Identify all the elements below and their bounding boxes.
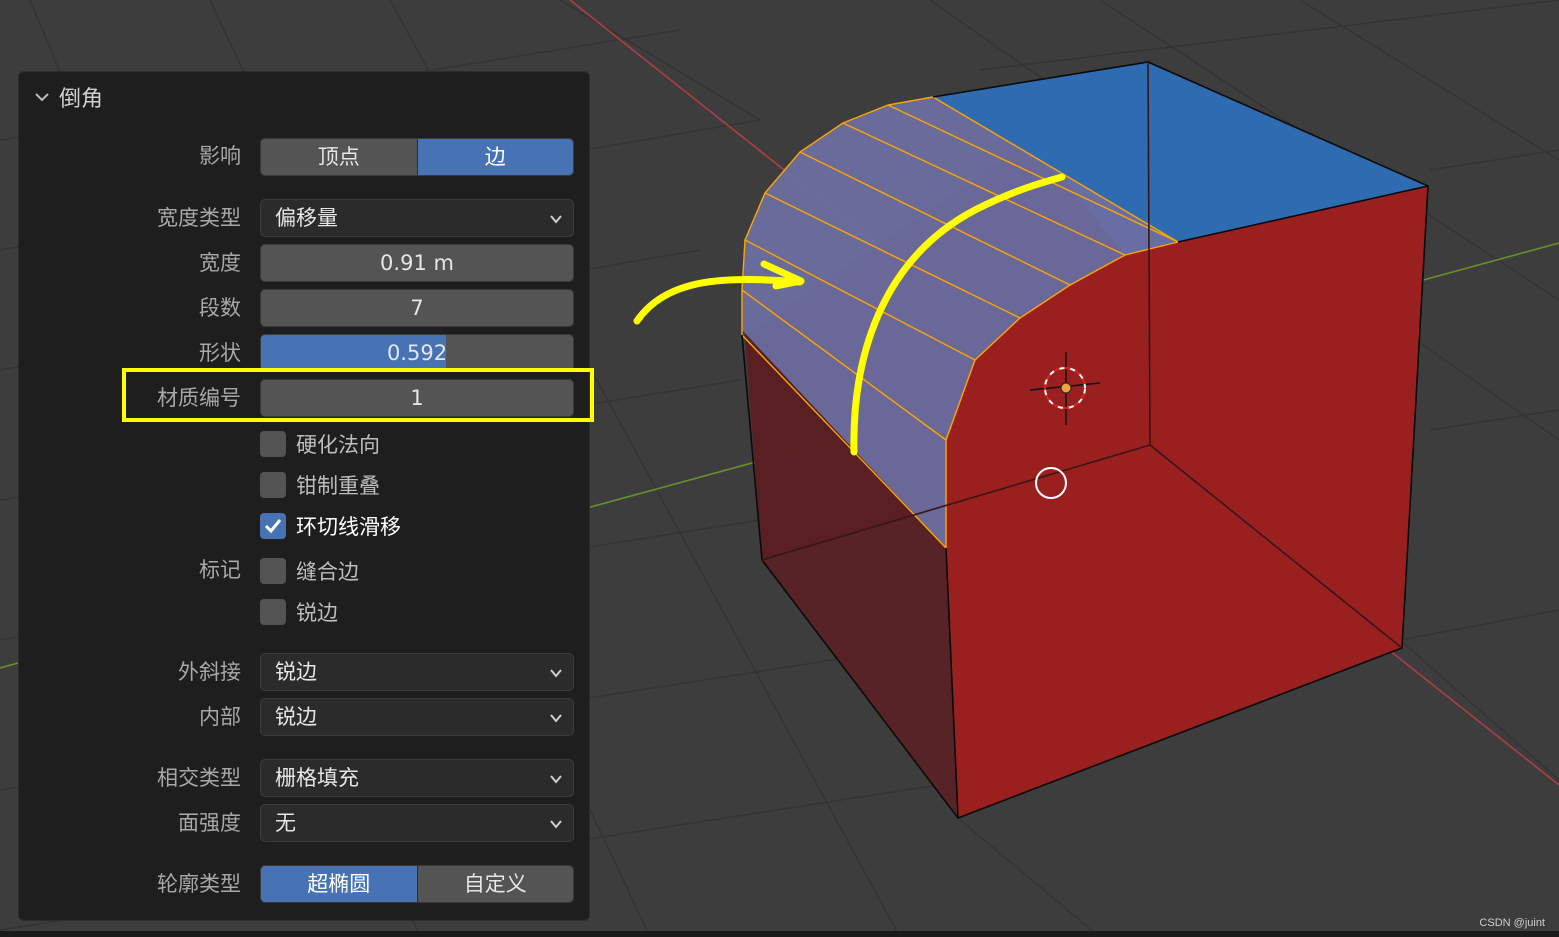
- face-strength-value: 无: [275, 811, 296, 835]
- checkmark-icon: [264, 519, 282, 534]
- affect-edges-option[interactable]: 边: [416, 139, 573, 175]
- intersection-type-value: 栅格填充: [275, 766, 359, 790]
- mark-seam-checkbox[interactable]: 缝合边: [260, 556, 359, 586]
- miter-outer-dropdown[interactable]: 锐边: [260, 653, 574, 691]
- profile-superellipse-option[interactable]: 超椭圆: [261, 866, 417, 902]
- mark-seam-label: 缝合边: [296, 560, 359, 584]
- profile-type-label: 轮廓类型: [157, 872, 241, 896]
- panel-title: 倒角: [59, 87, 104, 112]
- width-type-value: 偏移量: [275, 206, 338, 230]
- cube-mesh[interactable]: [741, 60, 1429, 820]
- chevron-down-icon: [550, 820, 562, 829]
- loop-slide-label: 环切线滑移: [296, 515, 401, 539]
- bevel-operator-panel: 倒角 影响 顶点 边 宽度类型 偏移量 宽度 0.91 m 段数 7 形状 0.…: [18, 71, 590, 921]
- panel-header[interactable]: 倒角: [33, 82, 103, 112]
- width-value: 0.91 m: [380, 251, 454, 275]
- miter-inner-label: 内部: [199, 705, 241, 729]
- chevron-down-icon: [550, 714, 562, 723]
- affect-toggle: 顶点 边: [260, 138, 574, 176]
- profile-type-toggle: 超椭圆 自定义: [260, 865, 574, 903]
- width-field[interactable]: 0.91 m: [260, 244, 574, 282]
- checkbox-box[interactable]: [260, 599, 286, 625]
- harden-normals-checkbox[interactable]: 硬化法向: [260, 429, 380, 459]
- shape-value: 0.592: [386, 341, 448, 365]
- chevron-down-icon: [550, 215, 562, 224]
- checkbox-box[interactable]: [260, 431, 286, 457]
- intersection-type-dropdown[interactable]: 栅格填充: [260, 759, 574, 797]
- miter-inner-value: 锐边: [275, 705, 317, 729]
- miter-inner-dropdown[interactable]: 锐边: [260, 698, 574, 736]
- width-type-label: 宽度类型: [157, 206, 241, 230]
- watermark: CSDN @juint: [1479, 917, 1545, 929]
- miter-outer-value: 锐边: [275, 660, 317, 684]
- mark-sharp-label: 锐边: [296, 601, 338, 625]
- mark-label: 标记: [199, 558, 241, 582]
- affect-vertices-option[interactable]: 顶点: [261, 139, 417, 175]
- segments-value: 7: [410, 296, 424, 320]
- width-type-dropdown[interactable]: 偏移量: [260, 199, 574, 237]
- width-label: 宽度: [199, 251, 241, 275]
- harden-normals-label: 硬化法向: [296, 433, 380, 457]
- face-strength-dropdown[interactable]: 无: [260, 804, 574, 842]
- bottom-border: [0, 931, 1559, 937]
- clamp-overlap-checkbox[interactable]: 钳制重叠: [260, 470, 380, 500]
- affect-label: 影响: [199, 144, 241, 168]
- intersection-type-label: 相交类型: [157, 766, 241, 790]
- loop-slide-checkbox[interactable]: 环切线滑移: [260, 511, 401, 541]
- shape-label: 形状: [199, 341, 241, 365]
- chevron-down-icon: [550, 775, 562, 784]
- chevron-down-icon[interactable]: [33, 88, 51, 106]
- mark-sharp-checkbox[interactable]: 锐边: [260, 597, 338, 627]
- segments-label: 段数: [199, 296, 241, 320]
- checkbox-box[interactable]: [260, 472, 286, 498]
- clamp-overlap-label: 钳制重叠: [296, 474, 380, 498]
- miter-outer-label: 外斜接: [178, 660, 241, 684]
- chevron-down-icon: [550, 669, 562, 678]
- profile-custom-option[interactable]: 自定义: [416, 866, 573, 902]
- face-strength-label: 面强度: [178, 811, 241, 835]
- checkbox-box[interactable]: [260, 513, 286, 539]
- shape-slider[interactable]: 0.592: [260, 334, 574, 372]
- annotation-highlight-box: [122, 368, 594, 422]
- checkbox-box[interactable]: [260, 558, 286, 584]
- segments-field[interactable]: 7: [260, 289, 574, 327]
